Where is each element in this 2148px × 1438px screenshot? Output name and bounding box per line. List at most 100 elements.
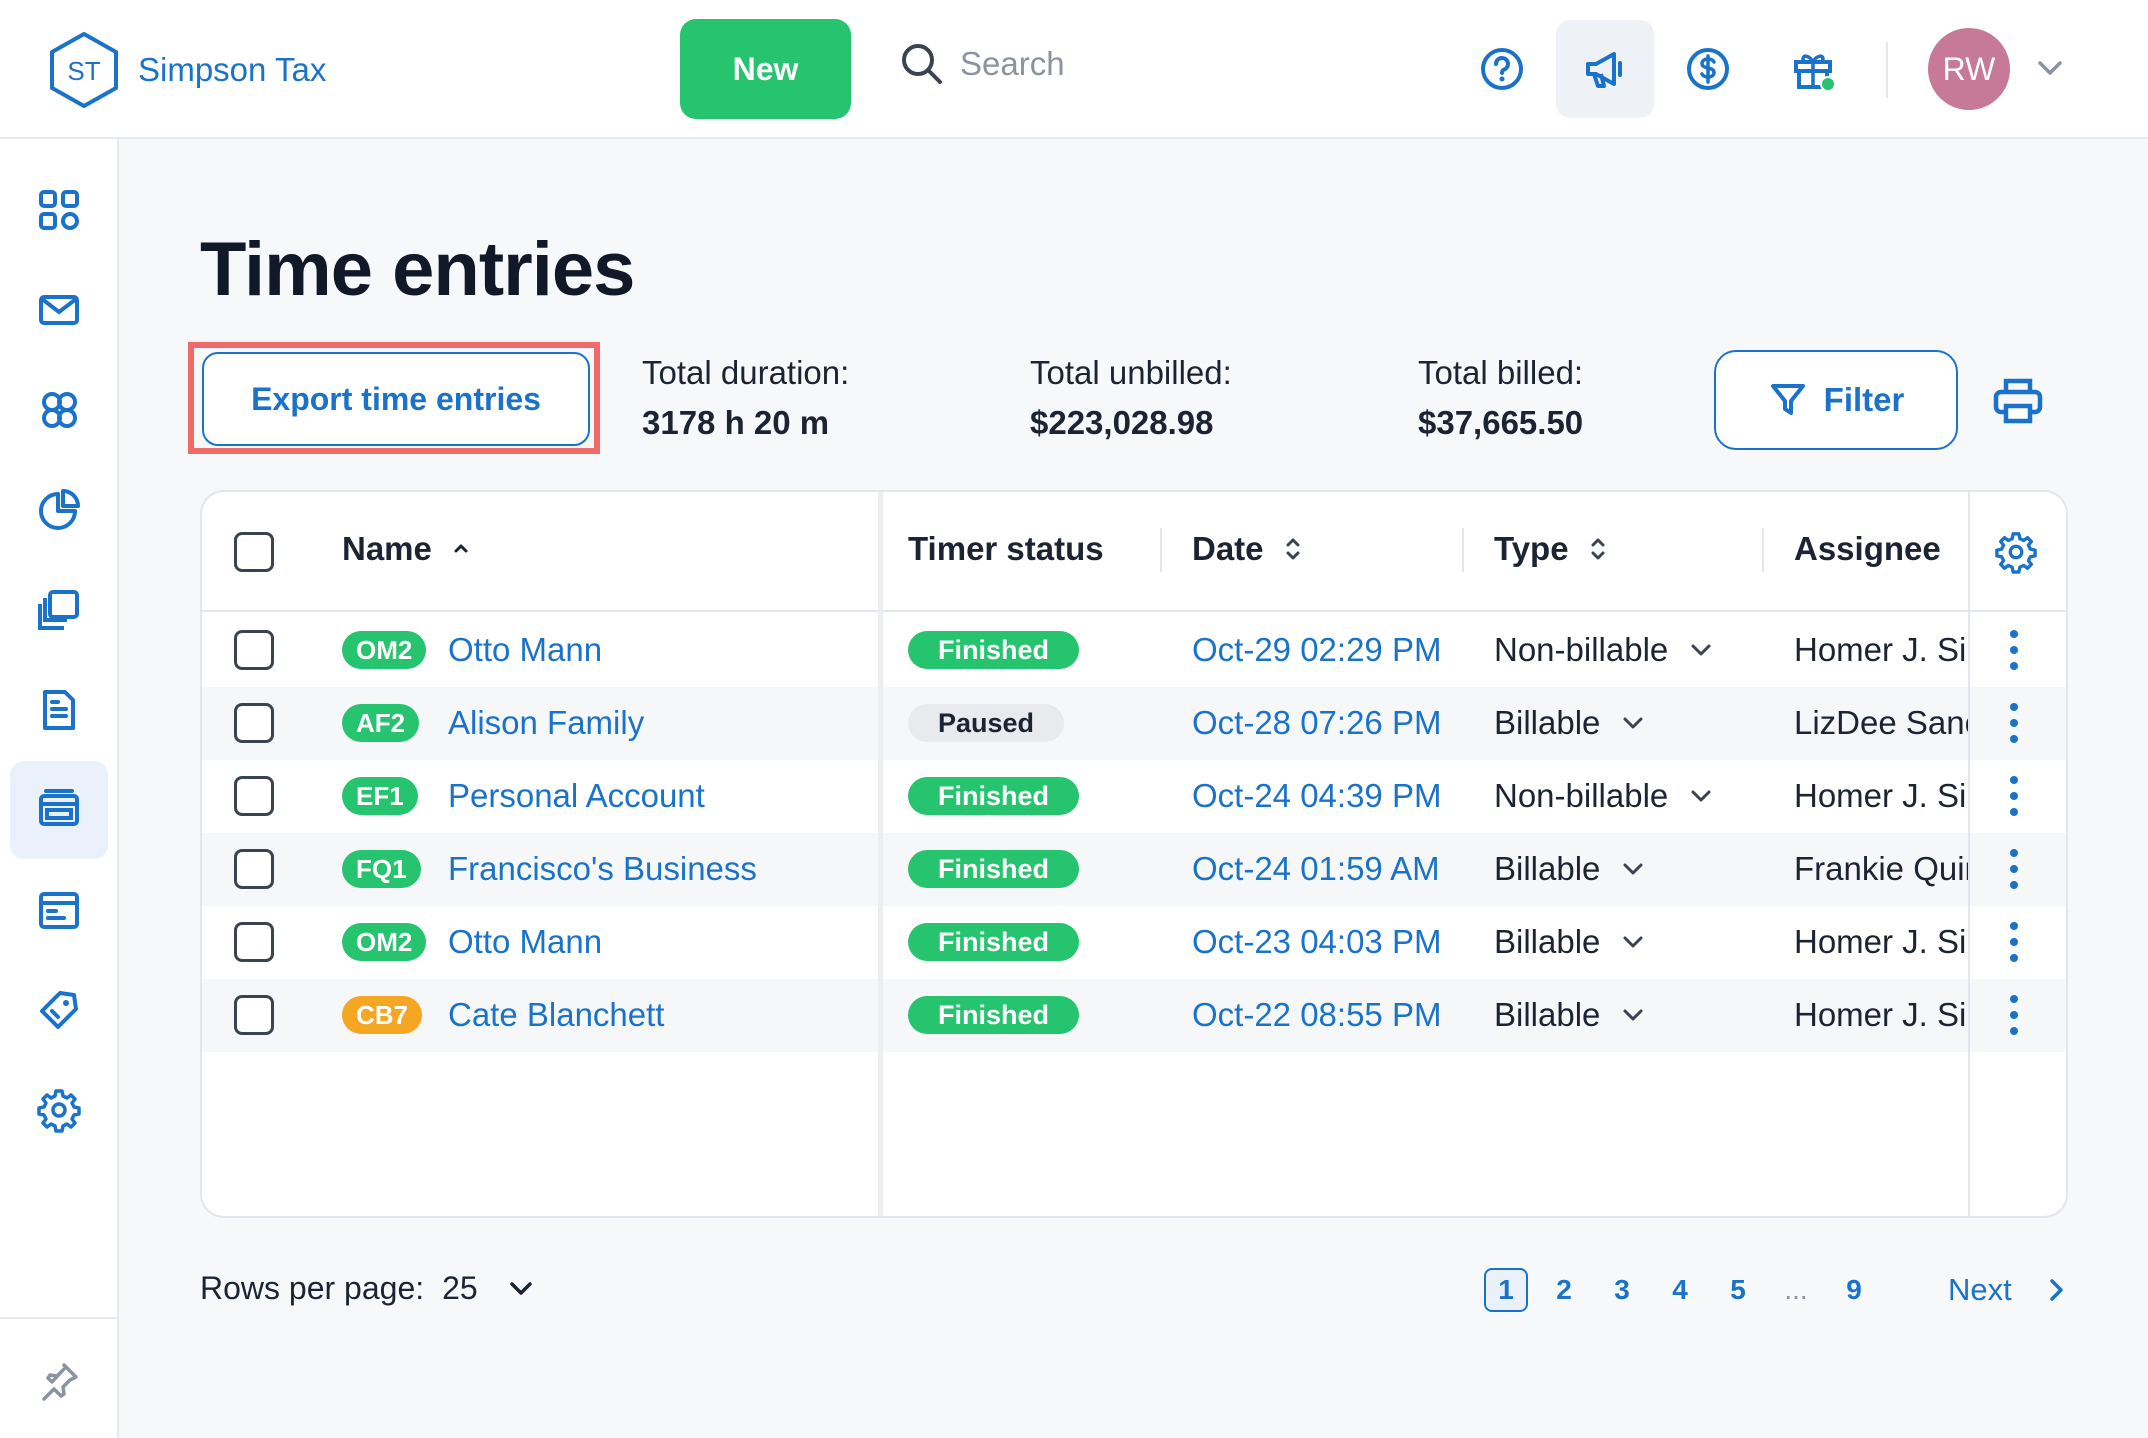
sidebar-item-time-entries[interactable] <box>10 761 108 859</box>
stat-value: 3178 h 20 m <box>642 404 830 441</box>
row-checkbox[interactable] <box>234 995 274 1035</box>
type-select[interactable]: Non-billable <box>1494 777 1716 815</box>
entry-date-link[interactable]: Oct-24 04:39 PM <box>1192 777 1441 815</box>
row-checkbox[interactable] <box>234 776 274 816</box>
client-name-link[interactable]: Alison Family <box>448 704 644 742</box>
page-button[interactable]: 1 <box>1484 1268 1528 1312</box>
select-all-checkbox[interactable] <box>234 532 274 572</box>
help-button[interactable] <box>1461 28 1543 110</box>
column-header-name[interactable]: Name <box>342 530 474 568</box>
stat-value: $37,665.50 <box>1418 404 1584 441</box>
entry-date-link[interactable]: Oct-22 08:55 PM <box>1192 996 1441 1034</box>
column-label: Timer status <box>908 530 1104 567</box>
more-actions-icon[interactable] <box>2002 992 2026 1038</box>
pagination: 1 2 3 4 5... 9 Next <box>1484 1268 2070 1312</box>
new-button[interactable]: New <box>680 19 851 119</box>
column-header-type[interactable]: Type <box>1494 530 1611 568</box>
frozen-column-divider <box>878 492 883 1216</box>
table-row[interactable]: AF2 Alison Family Paused Oct-28 07:26 PM Bil… <box>202 687 2066 760</box>
rows-per-page[interactable]: Rows per page: 25 <box>200 1270 538 1307</box>
column-header-timer-status[interactable]: Timer status <box>908 530 1104 568</box>
header-divider <box>1886 42 1888 98</box>
sidebar-item-settings[interactable] <box>10 1061 108 1159</box>
client-tag: OM2 <box>342 631 427 669</box>
sidebar-item-documents[interactable] <box>10 561 108 659</box>
table-row[interactable]: OM2 Otto Mann Finished Oct-23 04:03 PM Billa… <box>202 906 2066 979</box>
client-name-link[interactable]: Personal Account <box>448 777 705 815</box>
client-tag: AF2 <box>342 704 420 742</box>
more-actions-icon[interactable] <box>2002 773 2026 819</box>
page-button[interactable]: 2 <box>1542 1268 1586 1312</box>
search-input[interactable] <box>960 45 1240 83</box>
sidebar-item-reports[interactable] <box>10 461 108 559</box>
more-actions-icon[interactable] <box>2002 700 2026 746</box>
column-label: Type <box>1494 530 1569 567</box>
search-bar[interactable] <box>898 40 1240 88</box>
client-name-link[interactable]: Francisco's Business <box>448 850 757 888</box>
page-button[interactable]: 9 <box>1832 1268 1876 1312</box>
column-settings-icon[interactable] <box>1994 530 2038 574</box>
next-page-button[interactable]: Next <box>1948 1272 2070 1308</box>
dollar-icon <box>1687 48 1729 90</box>
more-actions-icon[interactable] <box>2002 627 2026 673</box>
entry-date-link[interactable]: Oct-23 04:03 PM <box>1192 923 1441 961</box>
stat-total-unbilled: Total unbilled: $223,028.98 <box>1030 354 1232 442</box>
assignee-name: Homer J. Simpson <box>1794 996 1968 1033</box>
export-time-entries-button[interactable]: Export time entries <box>202 352 590 446</box>
sidebar-item-tags[interactable] <box>10 961 108 1059</box>
page-button[interactable]: 3 <box>1600 1268 1644 1312</box>
client-tag: CB7 <box>342 996 423 1034</box>
client-tag: OM2 <box>342 923 427 961</box>
column-label: Date <box>1192 530 1264 567</box>
client-name-link[interactable]: Otto Mann <box>448 923 602 961</box>
table-row[interactable]: FQ1 Francisco's Business Finished Oct-24 01… <box>202 833 2066 906</box>
stat-total-billed: Total billed: $37,665.50 <box>1418 354 1583 442</box>
type-value: Non-billable <box>1494 631 1669 668</box>
gifts-button[interactable] <box>1772 28 1854 110</box>
sidebar-item-calendar[interactable] <box>10 861 108 959</box>
type-select[interactable]: Billable <box>1494 850 1648 888</box>
type-value: Billable <box>1494 704 1601 741</box>
announcements-button[interactable] <box>1556 20 1654 118</box>
row-checkbox[interactable] <box>234 849 274 889</box>
row-checkbox[interactable] <box>234 630 274 670</box>
type-select[interactable]: Non-billable <box>1494 631 1716 669</box>
column-header-assignee[interactable]: Assignee <box>1794 530 1941 568</box>
timer-status-badge: Paused <box>908 704 1065 742</box>
type-select[interactable]: Billable <box>1494 996 1648 1034</box>
billing-button[interactable] <box>1667 28 1749 110</box>
assignee-name: Frankie Quinn <box>1794 850 1968 887</box>
sidebar-item-contacts[interactable] <box>10 361 108 459</box>
column-separator <box>1160 528 1162 572</box>
entry-date-link[interactable]: Oct-28 07:26 PM <box>1192 704 1441 742</box>
type-select[interactable]: Billable <box>1494 704 1648 742</box>
sidebar-pin-button[interactable] <box>10 1333 108 1431</box>
row-checkbox[interactable] <box>234 703 274 743</box>
sidebar-item-invoices[interactable] <box>10 661 108 759</box>
chevron-down-icon[interactable] <box>2032 50 2068 86</box>
table-row[interactable]: CB7 Cate Blanchett Finished Oct-22 08:55 PM… <box>202 979 2066 1052</box>
stat-value: $223,028.98 <box>1030 404 1214 441</box>
row-checkbox[interactable] <box>234 922 274 962</box>
sidebar-item-inbox[interactable] <box>10 261 108 359</box>
filter-button[interactable]: Filter <box>1714 350 1958 450</box>
page-button[interactable]: 4 <box>1658 1268 1702 1312</box>
column-header-date[interactable]: Date <box>1192 530 1306 568</box>
more-actions-icon[interactable] <box>2002 846 2026 892</box>
megaphone-icon <box>1586 52 1622 88</box>
entry-date-link[interactable]: Oct-24 01:59 AM <box>1192 850 1440 888</box>
sidebar-item-dashboard[interactable] <box>10 161 108 259</box>
client-name-link[interactable]: Cate Blanchett <box>448 996 664 1034</box>
brand-hex-icon: ST <box>50 32 118 108</box>
type-select[interactable]: Billable <box>1494 923 1648 961</box>
client-name-link[interactable]: Otto Mann <box>448 631 602 669</box>
table-row[interactable]: OM2 Otto Mann Finished Oct-29 02:29 PM Non-b… <box>202 614 2066 687</box>
print-icon[interactable] <box>1992 376 2044 426</box>
tags-icon <box>40 991 78 1029</box>
brand-logo[interactable]: ST Simpson Tax <box>48 30 326 110</box>
more-actions-icon[interactable] <box>2002 919 2026 965</box>
avatar[interactable]: RW <box>1928 28 2010 110</box>
table-row[interactable]: EF1 Personal Account Finished Oct-24 04:39 … <box>202 760 2066 833</box>
page-button[interactable]: 5 <box>1716 1268 1760 1312</box>
entry-date-link[interactable]: Oct-29 02:29 PM <box>1192 631 1441 669</box>
